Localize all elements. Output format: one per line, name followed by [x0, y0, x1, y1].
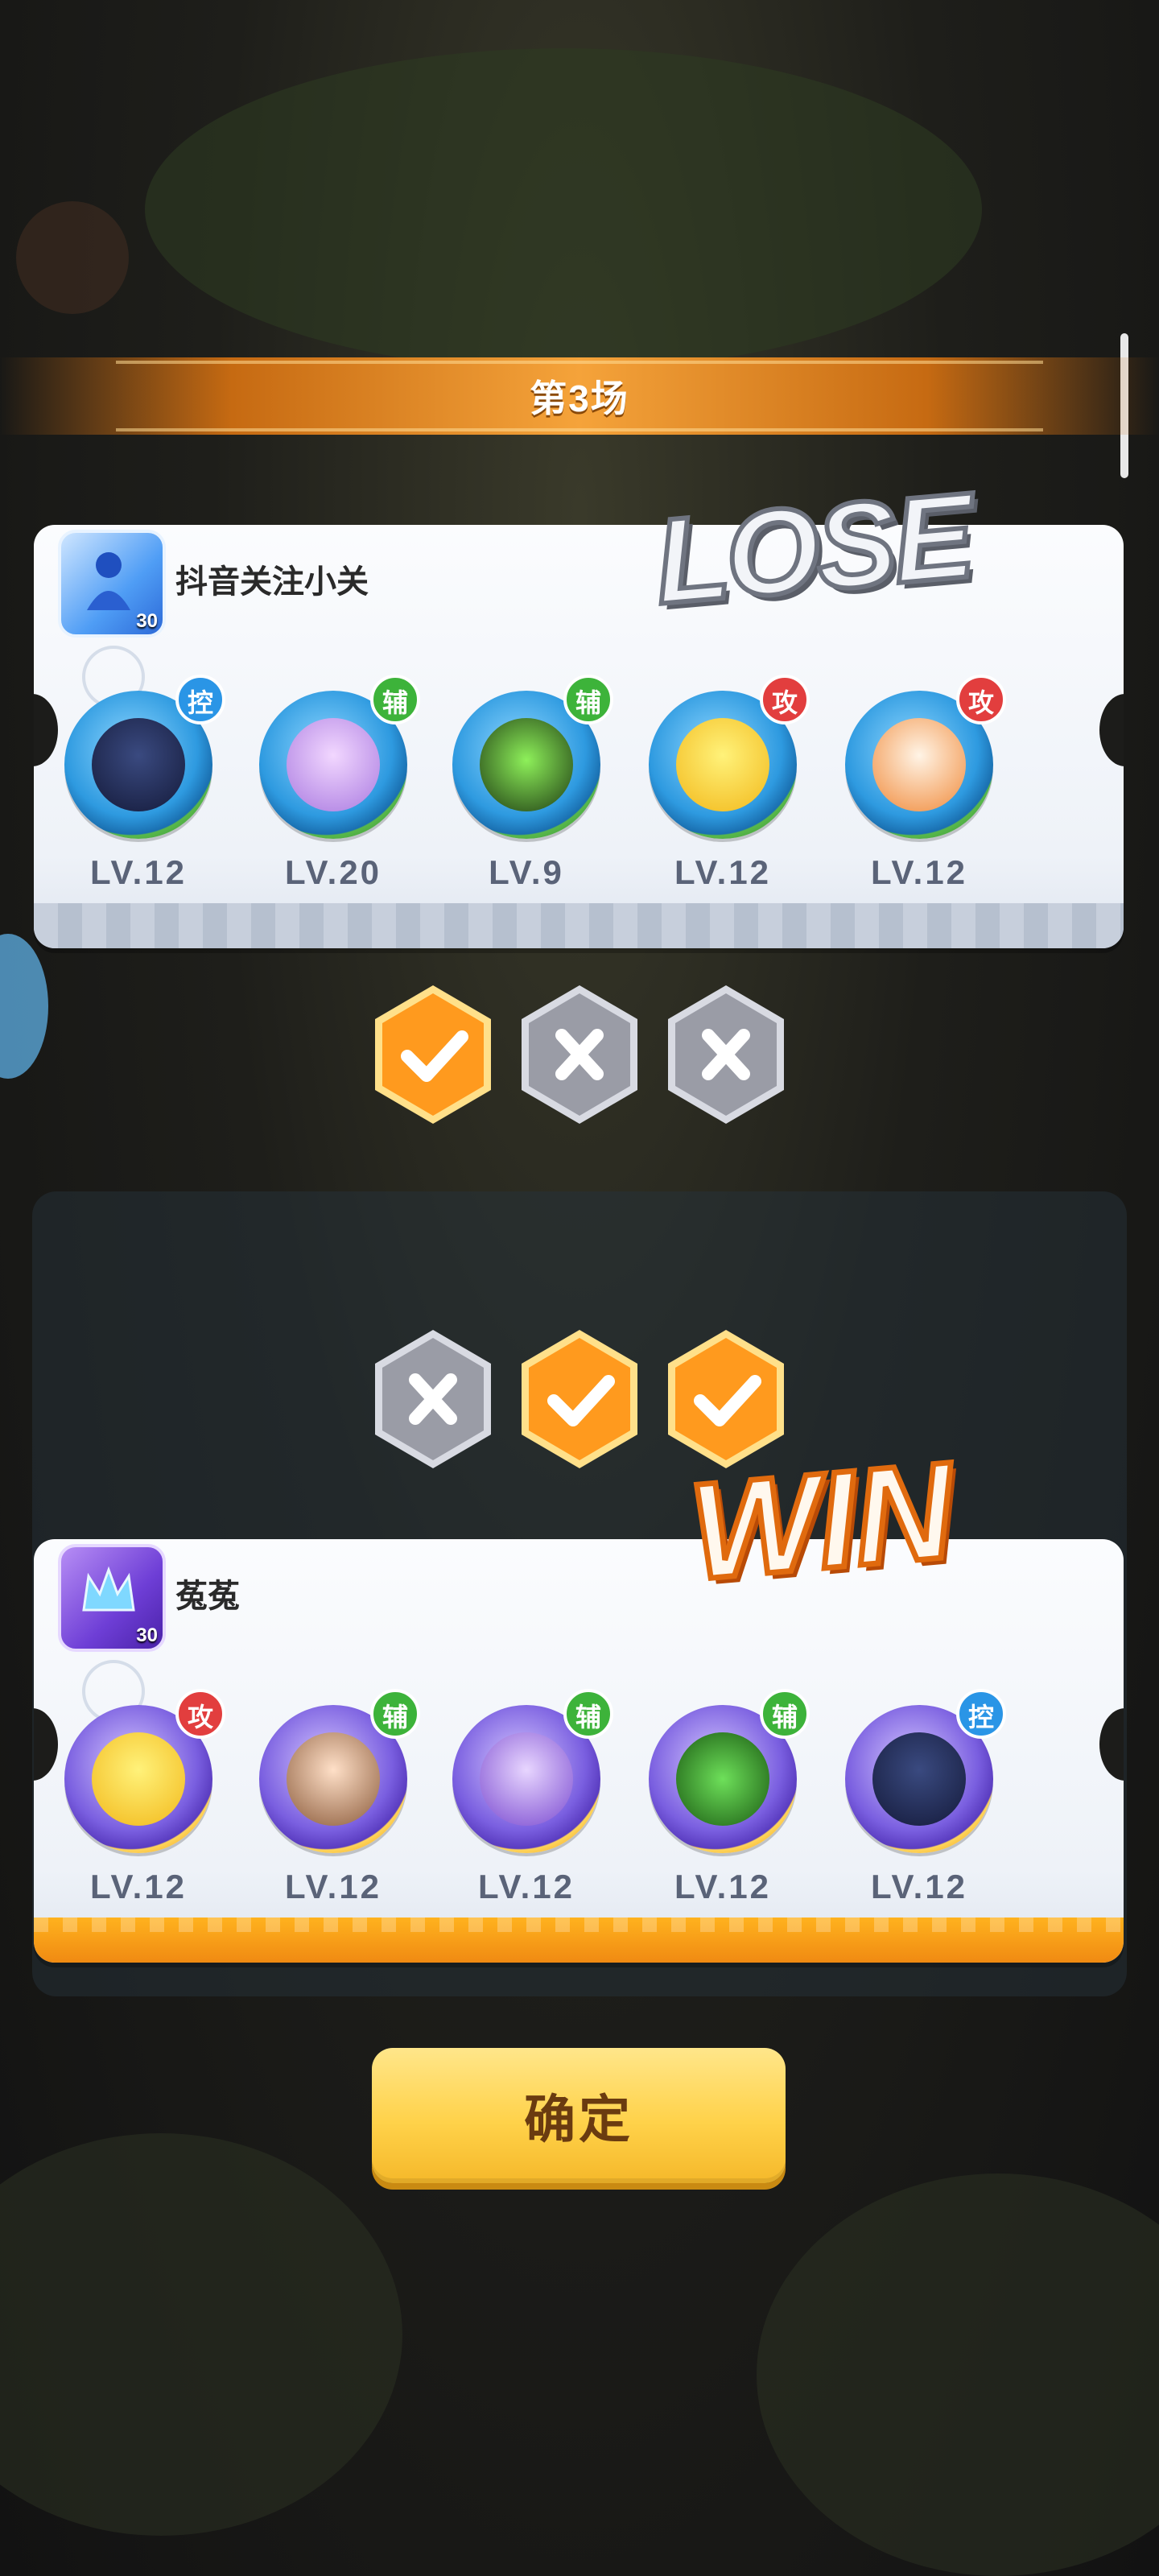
role-badge: 辅 — [563, 675, 613, 724]
card-footer — [34, 1918, 1124, 1963]
bottom-team-card: 30 菟菟 攻 LV.12 辅 LV.12 辅 LV.12 辅 LV.12 控 LV.12 — [34, 1539, 1124, 1963]
hero-slot[interactable]: 辅 LV.12 — [245, 1689, 422, 1906]
round-title: 第3场 — [530, 378, 629, 419]
hero-level: LV.12 — [870, 1868, 968, 1905]
green-shadow-hero-icon — [480, 718, 573, 811]
hero-slot[interactable]: 控 LV.12 — [831, 1689, 1008, 1906]
fox-hero-icon — [872, 718, 966, 811]
girl-hero-icon — [287, 1732, 380, 1826]
hero-slot[interactable]: 辅 LV.9 — [438, 675, 615, 892]
hero-level: LV.12 — [477, 1868, 575, 1905]
win-check-icon — [369, 982, 497, 1127]
player-avatar[interactable]: 30 — [58, 530, 166, 638]
lose-cross-icon — [515, 982, 644, 1127]
crown-avatar-icon — [82, 1566, 135, 1612]
hero-level: LV.9 — [489, 853, 564, 891]
card-notch — [1099, 1708, 1124, 1781]
round-results-top — [0, 982, 1159, 1135]
hero-slot[interactable]: 攻 LV.12 — [50, 1689, 227, 1906]
role-badge: 攻 — [175, 1689, 225, 1739]
round-banner: 第3场 — [0, 357, 1159, 435]
hero-level: LV.12 — [870, 853, 968, 891]
player-level: 30 — [136, 610, 158, 632]
role-badge: 攻 — [760, 675, 810, 724]
hero-slot[interactable]: 攻 LV.12 — [634, 675, 811, 892]
hero-level: LV.12 — [284, 1868, 382, 1905]
confirm-label: 确定 — [524, 2091, 633, 2149]
green-frog-hero-icon — [676, 1732, 769, 1826]
yellow-blob-hero-icon — [92, 1732, 185, 1826]
role-badge: 控 — [956, 1689, 1006, 1739]
role-badge: 控 — [175, 675, 225, 724]
player-level: 30 — [136, 1624, 158, 1646]
hero-level: LV.12 — [89, 1868, 188, 1905]
player-name: 菟菟 — [175, 1579, 240, 1614]
card-footer — [34, 903, 1124, 948]
hero-level: LV.20 — [284, 853, 382, 891]
player-name: 抖音关注小关 — [175, 564, 369, 600]
role-badge: 攻 — [956, 675, 1006, 724]
hero-slot[interactable]: 攻 LV.12 — [831, 675, 1008, 892]
dark-blob-hero-icon — [92, 718, 185, 811]
hero-level: LV.12 — [89, 853, 188, 891]
role-badge: 辅 — [760, 1689, 810, 1739]
confirm-button[interactable]: 确定 — [372, 2048, 786, 2183]
hero-level: LV.12 — [674, 853, 772, 891]
lose-cross-icon — [369, 1327, 497, 1472]
lotus-hero-icon — [287, 718, 380, 811]
role-badge: 辅 — [370, 675, 420, 724]
player-avatar-icon — [87, 552, 130, 610]
hero-level: LV.12 — [674, 1868, 772, 1905]
lose-cross-icon — [662, 982, 790, 1127]
hammer-hero-icon — [480, 1732, 573, 1826]
yellow-blob-hero-icon — [676, 718, 769, 811]
hero-slot[interactable]: 辅 LV.12 — [634, 1689, 811, 1906]
hero-slot[interactable]: 辅 LV.20 — [245, 675, 422, 892]
hero-slot[interactable]: 控 LV.12 — [50, 675, 227, 892]
role-badge: 辅 — [370, 1689, 420, 1739]
win-check-icon — [515, 1327, 644, 1472]
card-notch — [1099, 694, 1124, 766]
lose-badge: LOSE — [647, 464, 979, 632]
role-badge: 辅 — [563, 1689, 613, 1739]
hero-slot[interactable]: 辅 LV.12 — [438, 1689, 615, 1906]
player-avatar[interactable]: 30 — [58, 1544, 166, 1652]
dark-blob-hero-icon — [872, 1732, 966, 1826]
